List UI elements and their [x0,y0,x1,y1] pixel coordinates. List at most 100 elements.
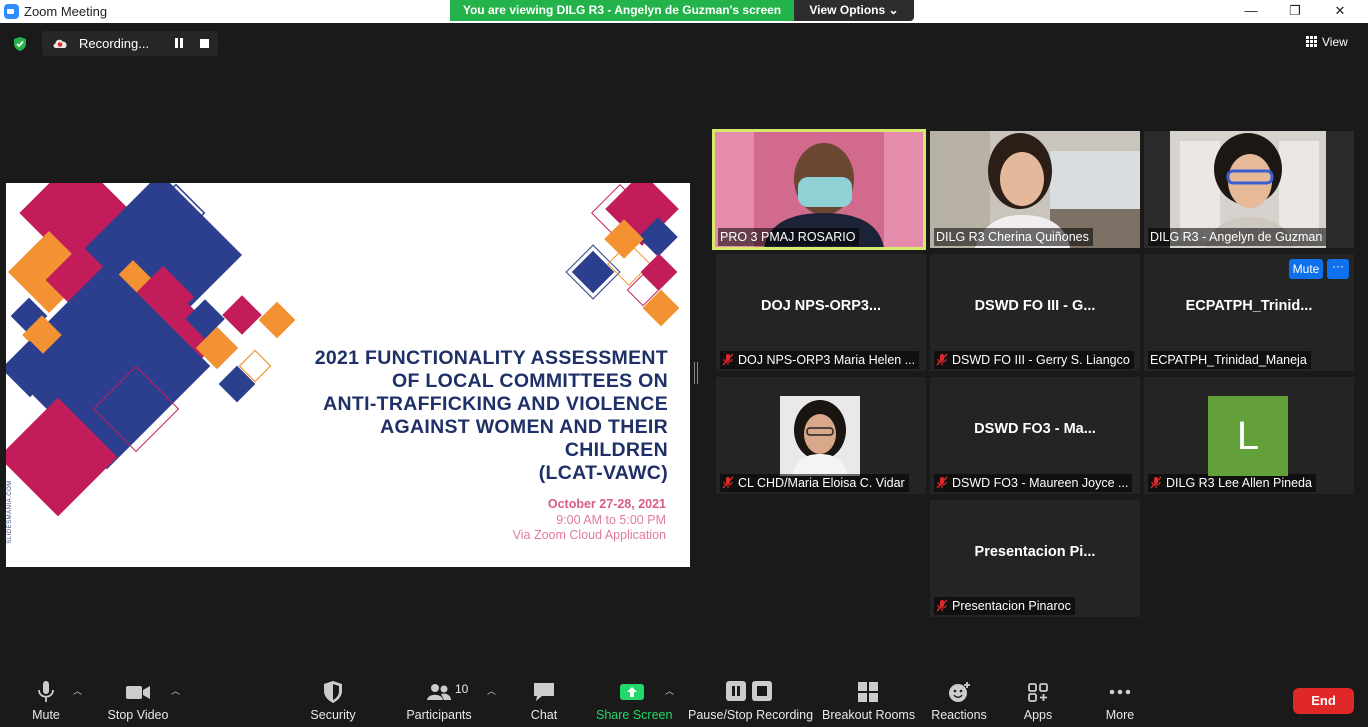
view-label: View [1322,35,1348,49]
participant-display-name: DOJ NPS-ORP3... [760,298,882,314]
participant-display-name: DSWD FO3 - Ma... [974,421,1096,437]
participant-avatar-letter: L [1208,396,1288,476]
participant-name-label: DSWD FO III - Gerry S. Liangco [934,351,1134,369]
mute-participant-button[interactable]: Mute [1289,259,1323,279]
slide-watermark: SLIDESMANIA.COM [6,480,13,544]
mic-muted-icon [936,476,948,489]
slide-title-line: (LCAT-VAWC) [538,462,668,484]
close-button[interactable]: ✕ [1317,0,1363,23]
security-label: Security [310,708,356,722]
zoom-logo-icon [4,4,19,19]
slide-time: 9:00 AM to 5:00 PM [556,513,666,527]
mute-options-chevron-icon[interactable]: ︿ [73,684,82,697]
mute-button[interactable]: Mute [25,680,67,722]
more-button[interactable]: More [1100,680,1140,722]
mic-muted-icon [936,599,948,612]
minimize-button[interactable]: — [1228,0,1274,23]
slide-title-line: CHILDREN [564,439,668,461]
participant-name: Presentacion Pinaroc [952,599,1071,613]
video-options-chevron-icon[interactable]: ︿ [171,684,180,697]
participant-display-name: DSWD FO III - G... [974,298,1096,314]
more-options-button[interactable]: ··· [1327,259,1349,279]
reactions-button[interactable]: Reactions [930,680,988,722]
participant-display-name: ECPATPH_Trinid... [1185,298,1313,314]
recording-indicator: Recording... [42,31,218,56]
participant-name-label: Presentacion Pinaroc [934,597,1075,615]
stop-video-button[interactable]: Stop Video [103,680,173,722]
participant-name: DILG R3 Lee Allen Pineda [1166,476,1312,490]
view-button[interactable]: View [1306,35,1348,49]
apps-button[interactable]: Apps [1018,680,1058,722]
participant-name-label: DILG R3 Cherina Quiñones [934,228,1093,246]
chevron-down-icon: ⌄ [888,3,899,17]
more-dots-icon [1109,689,1131,695]
participant-display-name: Presentacion Pi... [974,544,1096,560]
participants-icon [427,684,451,700]
participant-tile-cherina[interactable]: DILG R3 Cherina Quiñones [930,131,1140,248]
participant-tile-presentacion[interactable]: Presentacion Pi... Presentacion Pinaroc [930,500,1140,617]
participant-name-label: DSWD FO3 - Maureen Joyce ... [934,474,1133,492]
share-screen-label: Share Screen [596,708,673,722]
breakout-rooms-icon [858,682,878,702]
participant-tile-dswd-maureen[interactable]: DSWD FO3 - Ma... DSWD FO3 - Maureen Joyc… [930,377,1140,494]
participants-count-badge: 10 [455,682,469,696]
pause-stop-glyph-icon [726,681,772,701]
breakout-rooms-button[interactable]: Breakout Rooms [822,680,916,722]
panel-splitter-handle[interactable] [694,362,698,384]
pause-stop-recording-button[interactable]: Pause/Stop Recording [688,680,813,722]
shared-screen-slide: 2021 FUNCTIONALITY ASSESSMENT OF LOCAL C… [6,183,690,567]
microphone-icon [38,681,54,702]
view-options-button[interactable]: View Options ⌄ [794,0,914,21]
slide-via: Via Zoom Cloud Application [512,528,666,542]
participant-tile-doj[interactable]: DOJ NPS-ORP3... DOJ NPS-ORP3 Maria Helen… [716,254,926,371]
participant-name-label: DILG R3 Lee Allen Pineda [1148,474,1316,492]
participant-name-label: ECPATPH_Trinidad_Maneja [1148,351,1311,369]
participants-options-chevron-icon[interactable]: ︿ [487,684,496,697]
maximize-button[interactable]: ❐ [1272,0,1318,23]
participant-tile-pro3-rosario[interactable]: PRO 3 PMAJ ROSARIO [712,129,926,250]
participant-name-label: CL CHD/Maria Eloisa C. Vidar [720,474,909,492]
security-button[interactable]: Security [305,680,361,722]
recording-label: Recording... [79,36,150,51]
slide-title: 2021 FUNCTIONALITY ASSESSMENT OF LOCAL C… [228,347,668,485]
mic-muted-icon [722,476,734,489]
participants-label: Participants [406,708,472,722]
participant-avatar-photo [780,396,860,476]
pause-stop-icons [725,680,773,704]
share-options-chevron-icon[interactable]: ︿ [665,684,674,697]
chat-button[interactable]: Chat [524,680,564,722]
participant-name: CL CHD/Maria Eloisa C. Vidar [738,476,905,490]
participant-name: DSWD FO3 - Maureen Joyce ... [952,476,1129,490]
video-camera-icon [126,686,150,699]
share-screen-icon [620,684,644,700]
participant-tile-cl-chd[interactable]: CL CHD/Maria Eloisa C. Vidar [716,377,926,494]
meeting-toolbar: Mute ︿ Stop Video ︿ Security Participant… [0,672,1368,727]
participant-name: DOJ NPS-ORP3 Maria Helen ... [738,353,916,367]
slide-title-line: OF LOCAL COMMITTEES ON [392,370,668,392]
participant-name: DILG R3 - Angelyn de Guzman [1150,230,1323,244]
participant-name: ECPATPH_Trinidad_Maneja [1150,353,1307,367]
pause-recording-icon[interactable] [172,38,184,49]
cloud-record-icon [53,39,67,48]
reactions-label: Reactions [931,708,987,722]
participant-name: DSWD FO III - Gerry S. Liangco [952,353,1130,367]
slide-date: October 27-28, 2021 [547,497,666,511]
slide-title-line: ANTI-TRAFFICKING AND VIOLENCE [323,393,668,415]
security-shield-icon[interactable] [12,36,28,52]
stop-recording-icon[interactable] [200,39,209,48]
more-label: More [1105,708,1135,722]
mic-muted-icon [936,353,948,366]
chat-label: Chat [530,708,558,722]
end-meeting-button[interactable]: End [1293,688,1354,714]
participant-tile-angelyn[interactable]: DILG R3 - Angelyn de Guzman [1144,131,1354,248]
share-screen-button[interactable]: Share Screen [596,680,673,722]
apps-icon [1028,683,1048,702]
apps-label: Apps [1023,708,1053,722]
grid-icon [1306,36,1317,47]
participant-tile-dswd-gerry[interactable]: DSWD FO III - G... DSWD FO III - Gerry S… [930,254,1140,371]
reactions-smiley-icon [949,682,970,702]
participant-name: DILG R3 Cherina Quiñones [936,230,1089,244]
participant-name: PRO 3 PMAJ ROSARIO [720,230,856,244]
participant-name-label: DOJ NPS-ORP3 Maria Helen ... [720,351,920,369]
breakout-rooms-label: Breakout Rooms [822,708,916,722]
